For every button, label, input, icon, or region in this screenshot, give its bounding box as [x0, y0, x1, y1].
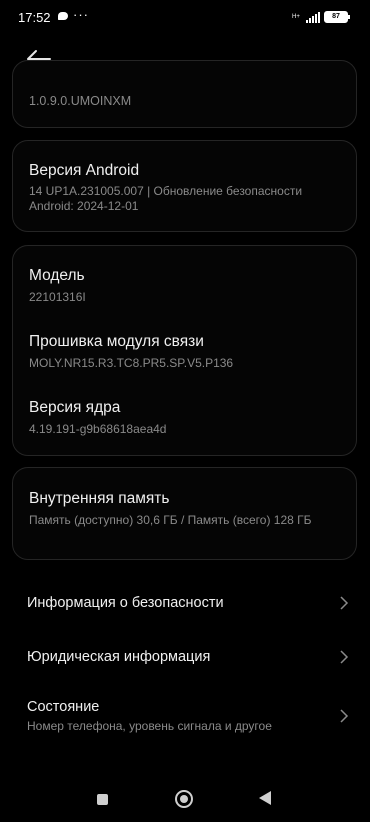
message-icon — [58, 12, 68, 20]
model-value: 22101316I — [29, 290, 86, 304]
baseband-title: Прошивка модуля связи — [29, 333, 204, 350]
menu-item-legal-info[interactable]: Юридическая информация — [0, 632, 370, 682]
chevron-right-icon — [340, 709, 349, 723]
signal-icon — [306, 11, 320, 23]
android-version-value: 14 UP1A.231005.007 | Обновление безопасн… — [29, 184, 303, 213]
more-notifications-icon: ··· — [73, 7, 89, 22]
device-card: Модель 22101316I Прошивка модуля связи M… — [12, 245, 357, 456]
kernel-value: 4.19.191-g9b68618aea4d — [29, 422, 167, 436]
square-icon[interactable] — [97, 794, 108, 805]
navigation-bar — [0, 778, 370, 818]
kernel-title: Версия ядра — [29, 399, 121, 416]
storage-title: Внутренняя память — [29, 490, 170, 507]
menu-item-label: Информация о безопасности — [27, 595, 224, 611]
baseband-value: MOLY.NR15.R3.TC8.PR5.SP.V5.P136 — [29, 356, 234, 370]
menu-item-status[interactable]: Состояние Номер телефона, уровень сигнал… — [0, 688, 370, 744]
storage-card[interactable]: Внутренняя память Память (доступно) 30,6… — [12, 467, 357, 560]
menu-item-security-info[interactable]: Информация о безопасности — [0, 578, 370, 628]
network-type: H+ — [292, 14, 300, 20]
storage-value: Память (доступно) 30,6 ГБ / Память (всег… — [29, 513, 312, 527]
version-card: 1.0.9.0.UMOINXM — [12, 60, 357, 128]
version-value: 1.0.9.0.UMOINXM — [29, 94, 132, 108]
triangle-icon[interactable] — [259, 791, 271, 805]
menu-item-label: Состояние — [27, 699, 100, 715]
android-version-card: Версия Android 14 UP1A.231005.007 | Обно… — [12, 140, 357, 232]
chevron-right-icon — [340, 596, 349, 610]
battery-icon: 87 — [324, 11, 350, 23]
menu-item-subtitle: Номер телефона, уровень сигнала и другое — [27, 719, 272, 733]
android-version-title: Версия Android — [29, 162, 140, 179]
status-icons: H+ 87 — [292, 11, 350, 23]
menu-item-label: Юридическая информация — [27, 649, 211, 665]
model-title: Модель — [29, 267, 85, 284]
status-time: 17:52 — [18, 10, 51, 25]
chevron-right-icon — [340, 650, 349, 664]
status-bar: 17:52 ··· H+ 87 — [0, 0, 370, 34]
circle-icon[interactable] — [175, 790, 193, 808]
